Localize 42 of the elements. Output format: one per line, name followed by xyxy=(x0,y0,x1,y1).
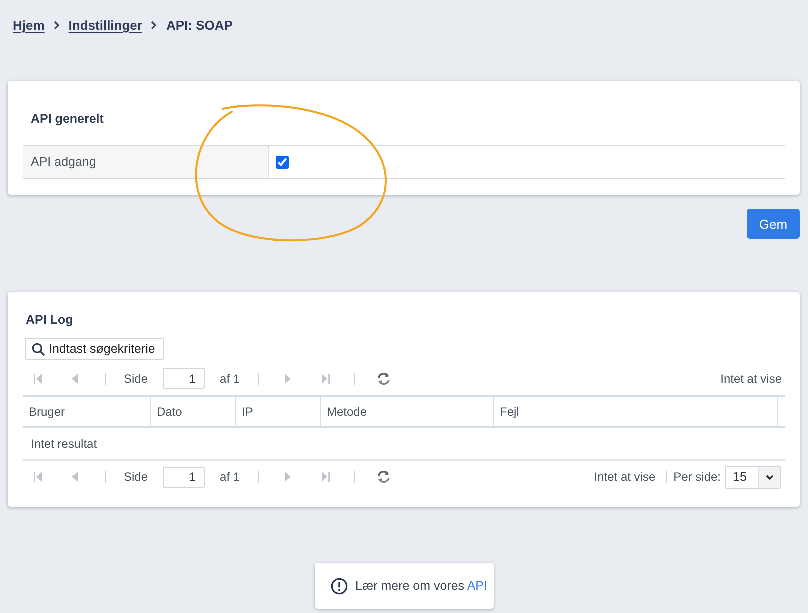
triangle-right-icon xyxy=(285,472,292,482)
save-button[interactable]: Gem xyxy=(747,209,800,239)
last-page-icon xyxy=(322,472,330,482)
per-page-select[interactable]: 15 xyxy=(725,466,781,488)
column-header: Dato xyxy=(151,397,236,426)
column-header: Metode xyxy=(321,397,494,426)
field-label: API adgang xyxy=(23,146,269,178)
refresh-icon xyxy=(377,372,392,386)
page-input[interactable]: 1 xyxy=(163,368,206,389)
column-header: Fejl xyxy=(494,397,778,426)
per-page-label: Per side: xyxy=(674,469,721,485)
checkbox[interactable] xyxy=(276,156,289,168)
triangle-right-icon xyxy=(285,374,292,384)
page-label: Side xyxy=(124,370,148,386)
status-text: Intet at vise xyxy=(594,469,657,485)
page-count: af 1 xyxy=(220,469,240,485)
section-title: API Log xyxy=(25,312,74,329)
section-title: API generelt xyxy=(30,111,105,128)
caret-down-icon xyxy=(766,474,774,480)
triangle-left-icon xyxy=(72,374,78,384)
info-text: Lær mere om vores API xyxy=(356,579,488,593)
page-count: af 1 xyxy=(220,370,240,386)
api-link[interactable]: API xyxy=(467,579,488,593)
search-field[interactable]: Indtast søgekriterie xyxy=(25,338,164,360)
page-label: Side xyxy=(124,469,148,485)
breadcrumb-current: API: SOAP xyxy=(166,18,233,33)
status-text: Intet at vise xyxy=(720,370,783,386)
breadcrumb-link[interactable]: Hjem xyxy=(13,18,45,33)
empty-message: Intet resultat xyxy=(31,436,98,450)
chevron-right-icon xyxy=(151,21,158,30)
chevron-right-icon xyxy=(54,21,60,30)
column-header: Bruger xyxy=(23,397,151,426)
exclamation-icon xyxy=(330,578,348,594)
triangle-left-icon xyxy=(72,472,78,482)
last-page-icon xyxy=(322,374,330,384)
breadcrumb-link[interactable]: Indstillinger xyxy=(68,18,142,33)
column-header: IP xyxy=(236,397,321,426)
search-icon xyxy=(32,342,45,356)
page-input[interactable]: 1 xyxy=(163,466,206,488)
first-page-icon xyxy=(34,374,42,384)
first-page-icon xyxy=(34,472,42,482)
refresh-icon xyxy=(377,470,392,484)
